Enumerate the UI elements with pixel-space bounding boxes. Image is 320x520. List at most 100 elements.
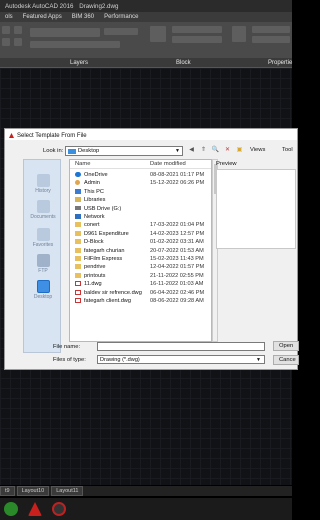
network-icon (75, 214, 81, 219)
views-menu[interactable]: Views (250, 147, 265, 153)
name-column-header[interactable]: Name (75, 161, 90, 167)
match-properties-icon[interactable] (232, 26, 246, 42)
file-row[interactable]: Admin 15-12-2022 06:26 PM (70, 179, 211, 187)
places-sidebar: History Documents Favorites FTP Desktop (23, 159, 61, 353)
tab-featured-apps[interactable]: Featured Apps (18, 14, 67, 20)
back-icon[interactable]: ◀ (187, 146, 196, 155)
place-label: History (35, 188, 51, 194)
property-dropdown[interactable] (252, 26, 290, 33)
place-label: Documents (30, 214, 56, 220)
property-dropdown[interactable] (252, 36, 290, 43)
search-web-icon[interactable]: 🔍 (211, 146, 220, 155)
file-type-dropdown[interactable]: Drawing (*.dwg) ▼ (97, 355, 265, 364)
select-template-dialog: Select Template From File Look in: Deskt… (4, 128, 299, 370)
look-in-value: Desktop (78, 148, 100, 154)
layout-tab[interactable]: Layout11 (51, 486, 84, 496)
place-favorites[interactable]: Favorites (24, 228, 62, 248)
file-row[interactable]: fategarh client.dwg 08-06-2022 09:28 AM (70, 297, 211, 305)
ribbon-tool-icon[interactable] (14, 26, 22, 34)
app-title-bar: Autodesk AutoCAD 2016 Drawing2.dwg (0, 0, 292, 12)
tab-tools[interactable]: ols (0, 14, 18, 20)
block-tools[interactable] (172, 26, 222, 33)
autocad-icon (9, 133, 14, 138)
desktop-folder-icon (68, 148, 76, 154)
file-date: 16-11-2022 01:03 AM (150, 281, 204, 288)
file-row[interactable]: baldev sir refrence.dwg 06-04-2022 02:46 … (70, 289, 211, 297)
file-row[interactable]: Libraries (70, 196, 211, 204)
whatsapp-icon[interactable] (4, 502, 18, 516)
file-name: USB Drive (G:) (84, 205, 122, 212)
layer-tools[interactable] (30, 41, 120, 48)
dwg-icon (75, 281, 81, 287)
file-name: OneDrive (84, 172, 108, 178)
screen-recorder-icon[interactable] (52, 502, 66, 516)
document-title: Drawing2.dwg (79, 3, 119, 10)
tools-menu[interactable]: Tool (282, 147, 293, 153)
file-list-header: Name Date modified (70, 160, 211, 169)
file-name-input[interactable] (97, 342, 265, 351)
file-date: 15-12-2022 06:26 PM (150, 180, 205, 187)
file-name: D-Block (84, 239, 104, 246)
file-name: Admin (84, 180, 100, 187)
new-folder-icon[interactable]: ▣ (235, 146, 244, 155)
folder-icon (75, 272, 81, 278)
file-list[interactable]: Name Date modified OneDrive 08-08-2021 01… (69, 159, 212, 342)
file-date: 12-04-2022 01:57 PM (150, 264, 205, 271)
place-documents[interactable]: Documents (24, 200, 62, 220)
layers-panel-label[interactable]: Layers (70, 60, 88, 66)
properties-panel-label[interactable]: Propertie (268, 60, 292, 66)
file-name: fategarh client.dwg (84, 298, 131, 304)
autocad-taskbar-icon[interactable] (28, 502, 42, 516)
place-history[interactable]: History (24, 174, 62, 194)
file-row[interactable]: FilFilm Express 15-02-2023 11:43 PM (70, 255, 211, 263)
file-row[interactable]: This PC (70, 188, 211, 196)
file-date: 21-11-2022 02:55 PM (150, 272, 204, 279)
preview-label: Preview (216, 161, 237, 167)
file-name: conert (84, 222, 100, 229)
file-date: 08-08-2021 01:17 PM (150, 172, 205, 178)
preview-pane (216, 169, 296, 249)
layer-dropdown[interactable] (30, 28, 100, 37)
desktop-icon (36, 280, 50, 293)
tab-performance[interactable]: Performance (99, 14, 143, 20)
place-label: Favorites (32, 242, 54, 248)
up-folder-icon[interactable]: ⇑ (199, 146, 208, 155)
file-name: Network (84, 214, 105, 220)
file-row[interactable]: conert 17-03-2022 01:04 PM (70, 221, 211, 229)
layout-tab[interactable]: t9 (0, 486, 15, 496)
dialog-title-bar: Select Template From File (5, 129, 297, 140)
ribbon-tool-icon[interactable] (2, 26, 10, 34)
file-date: 08-06-2022 09:28 AM (150, 298, 204, 304)
layout-tab[interactable]: Layout10 (16, 486, 50, 496)
dwg-icon (75, 298, 81, 303)
file-row[interactable]: pendrive 12-04-2022 01:57 PM (70, 263, 211, 271)
file-date: 14-02-2023 12:57 PM (150, 230, 205, 237)
file-row[interactable]: fategarh churian 20-07-2022 01:53 AM (70, 247, 211, 255)
ribbon-tool-icon[interactable] (14, 38, 22, 46)
file-row[interactable]: Network (70, 213, 211, 221)
ribbon-tool-icon[interactable] (2, 38, 10, 46)
file-row[interactable]: D-Block 01-02-2022 03:31 AM (70, 238, 211, 246)
layer-tools[interactable] (104, 28, 138, 35)
file-row[interactable]: OneDrive 08-08-2021 01:17 PM (70, 171, 211, 179)
file-row[interactable]: printouts 21-11-2022 02:55 PM (70, 272, 211, 280)
block-panel-label[interactable]: Block (176, 60, 191, 66)
file-name: Libraries (84, 197, 106, 204)
file-row[interactable]: USB Drive (G:) (70, 205, 211, 213)
insert-block-icon[interactable] (150, 26, 166, 42)
place-ftp[interactable]: FTP (24, 254, 62, 274)
cancel-button[interactable]: Cance (273, 355, 299, 365)
block-tools[interactable] (172, 36, 222, 43)
place-desktop[interactable]: Desktop (24, 280, 62, 300)
look-in-dropdown[interactable]: Desktop ▼ (65, 146, 183, 156)
file-name: FilFilm Express (84, 256, 123, 262)
open-button[interactable]: Open (273, 341, 299, 351)
date-column-header[interactable]: Date modified (150, 161, 186, 167)
file-row[interactable]: 11.dwg 16-11-2022 01:03 AM (70, 280, 211, 288)
delete-icon[interactable]: ✕ (223, 146, 232, 155)
ribbon-panel (0, 22, 292, 58)
file-row[interactable]: D961 Expenditure 14-02-2023 12:57 PM (70, 230, 211, 238)
chevron-down-icon: ▼ (256, 357, 261, 363)
taskbar (0, 498, 292, 520)
tab-bim360[interactable]: BIM 360 (67, 14, 99, 20)
